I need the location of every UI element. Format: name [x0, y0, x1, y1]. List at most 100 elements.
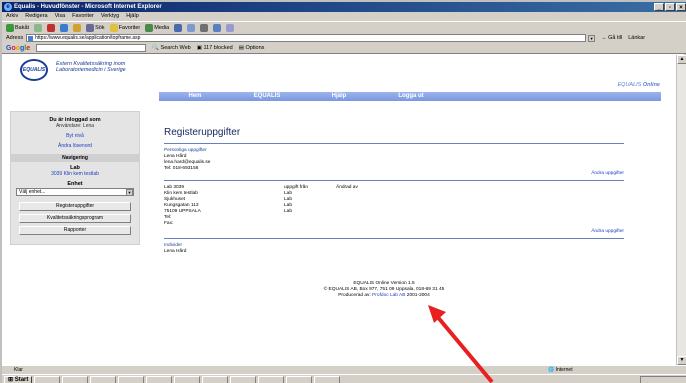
window-controls: _ ▫ × [654, 3, 686, 11]
source-column: uppgift från Lab Lab Lab Lab [284, 185, 308, 215]
edit-lab-link[interactable]: Ändra uppgifter [591, 229, 624, 235]
home-button[interactable] [73, 23, 82, 32]
taskbar-item[interactable] [230, 375, 257, 383]
google-search-input[interactable] [36, 44, 147, 52]
stop-button[interactable] [47, 23, 56, 32]
change-level-link[interactable]: Byt nivå [15, 133, 135, 139]
browser-window: e Equalis - Huvudfönster - Microsoft Int… [0, 0, 686, 383]
menu-visa[interactable]: Visa [55, 12, 66, 21]
edit-button[interactable] [213, 23, 222, 32]
site-footer: EQUALIS Online Version 1.5 © EQUALIS AB,… [164, 281, 604, 299]
title-bar: e Equalis - Huvudfönster - Microsoft Int… [2, 2, 686, 12]
taskbar-item[interactable] [146, 375, 173, 383]
mail-icon [187, 23, 196, 32]
favorites-button[interactable]: Favoriter [109, 23, 140, 32]
chevron-down-icon: ▼ [126, 189, 133, 196]
site-tagline: Extern Kvalitetssäkring inom Laboratorie… [56, 61, 126, 73]
address-dropdown-icon[interactable]: ▼ [588, 34, 596, 42]
nav-help[interactable]: Hjälp [303, 92, 375, 101]
lab-link[interactable]: 3039 Klin kem testlab [15, 171, 135, 177]
lab-divider [164, 238, 624, 239]
site-nav: Hem EQUALIS Hjälp Logga ut [159, 92, 661, 101]
page-icon [28, 36, 34, 41]
taskbar-item[interactable] [258, 375, 285, 383]
menu-favoriter[interactable]: Favoriter [72, 12, 94, 21]
stop-icon [47, 23, 56, 32]
forward-arrow-icon [34, 23, 43, 32]
menu-hjalp[interactable]: Hjälp [126, 12, 139, 21]
google-blocked-button[interactable]: ▣ 117 blocked [197, 45, 233, 51]
go-button[interactable]: → Gå till [601, 35, 622, 41]
refresh-icon [60, 23, 69, 32]
personal-phone: Tel: 018-693156 [164, 166, 199, 171]
nav-logout[interactable]: Logga ut [375, 92, 447, 101]
address-label: Adress [6, 35, 24, 41]
close-button[interactable]: × [676, 3, 686, 11]
star-icon [109, 23, 118, 32]
discuss-button[interactable] [226, 23, 235, 32]
maximize-button[interactable]: ▫ [665, 3, 675, 11]
page-title: Registeruppgifter [164, 127, 241, 138]
google-options-button[interactable]: ▤ Options [239, 45, 265, 51]
mail-button[interactable] [187, 23, 196, 32]
navigation-heading: Navigering [11, 154, 139, 162]
back-arrow-icon [6, 23, 14, 32]
unit-heading: Enhet [67, 181, 83, 187]
taskbar-item[interactable] [118, 375, 145, 383]
taskbar-item[interactable] [314, 375, 341, 383]
taskbar-item[interactable] [202, 375, 229, 383]
producer-link[interactable]: Profdoc Lab AB [372, 293, 405, 298]
google-search-web-button[interactable]: 🔍 Search Web [152, 45, 191, 51]
print-icon [200, 23, 209, 32]
status-text: Klar [14, 367, 23, 373]
taskbar-item[interactable] [286, 375, 313, 383]
toolbar: Bakåt Sök Favoriter Media [2, 21, 686, 33]
edit-icon [213, 23, 222, 32]
forward-button[interactable] [34, 23, 43, 32]
title-divider [164, 143, 624, 144]
brand-name: EQUALIS Online [617, 82, 661, 88]
taskbar-item[interactable] [34, 375, 61, 383]
change-password-link[interactable]: Ändra lösenord [15, 143, 135, 149]
minimize-button[interactable]: _ [654, 3, 664, 11]
menu-arkiv[interactable]: Arkiv [6, 12, 18, 21]
registeruppgifter-button[interactable]: Registeruppgifter [19, 202, 131, 211]
refresh-button[interactable] [60, 23, 69, 32]
media-button[interactable]: Media [145, 23, 169, 32]
taskbar-item[interactable] [62, 375, 89, 383]
back-button[interactable]: Bakåt [6, 23, 29, 32]
menu-verktyg[interactable]: Verktyg [101, 12, 119, 21]
menu-bar: Arkiv Redigera Visa Favoriter Verktyg Hj… [2, 12, 686, 21]
address-bar: Adress https://www.equalis.se/applicatio… [2, 33, 686, 43]
scroll-up-icon[interactable]: ▲ [677, 55, 686, 64]
personal-section: Personliga uppgifter Lena Hård lena.hard… [164, 148, 624, 176]
links-label[interactable]: Länkar [628, 35, 645, 41]
start-button[interactable]: ⊞ Start [4, 375, 33, 383]
user-line: Användare: Lena [55, 123, 95, 129]
nav-home[interactable]: Hem [159, 92, 231, 101]
history-button[interactable] [174, 23, 183, 32]
rapporter-button[interactable]: Rapporter [19, 226, 131, 235]
vertical-scrollbar[interactable]: ▲ ▼ [676, 55, 686, 365]
print-button[interactable] [200, 23, 209, 32]
kvalitetssakringsprogram-button[interactable]: Kvalitetssäkringsprogram [19, 214, 131, 223]
taskbar: ⊞ Start [2, 374, 686, 383]
google-logo[interactable]: Google [6, 45, 30, 52]
edit-personal-link[interactable]: Ändra uppgifter [591, 171, 624, 177]
google-toolbar: Google 🔍 Search Web ▣ 117 blocked ▤ Opti… [2, 43, 686, 54]
nav-equalis[interactable]: EQUALIS [231, 92, 303, 101]
changed-header: Ändrad av [336, 185, 358, 190]
status-bar: Klar 🌐 Internet [2, 365, 686, 374]
taskbar-item[interactable] [174, 375, 201, 383]
menu-redigera[interactable]: Redigera [25, 12, 47, 21]
page-content: EQUALIS Extern Kvalitetssäkring inom Lab… [4, 55, 676, 365]
individuals-section: Individer Lena Hård [164, 243, 624, 255]
taskbar-item[interactable] [90, 375, 117, 383]
unit-select[interactable]: Välj enhet... ▼ [16, 188, 134, 196]
footer-producer: Producerad av: Profdoc Lab AB 2001-2004 [338, 293, 430, 298]
equalis-logo[interactable]: EQUALIS [20, 59, 48, 81]
scroll-down-icon[interactable]: ▼ [677, 356, 686, 365]
address-input[interactable]: https://www.equalis.se/application/topfr… [26, 34, 587, 42]
search-button[interactable]: Sök [86, 23, 105, 32]
lab-section: Lab 3039 Klin kem testlab Sjukhuset Kung… [164, 185, 624, 234]
